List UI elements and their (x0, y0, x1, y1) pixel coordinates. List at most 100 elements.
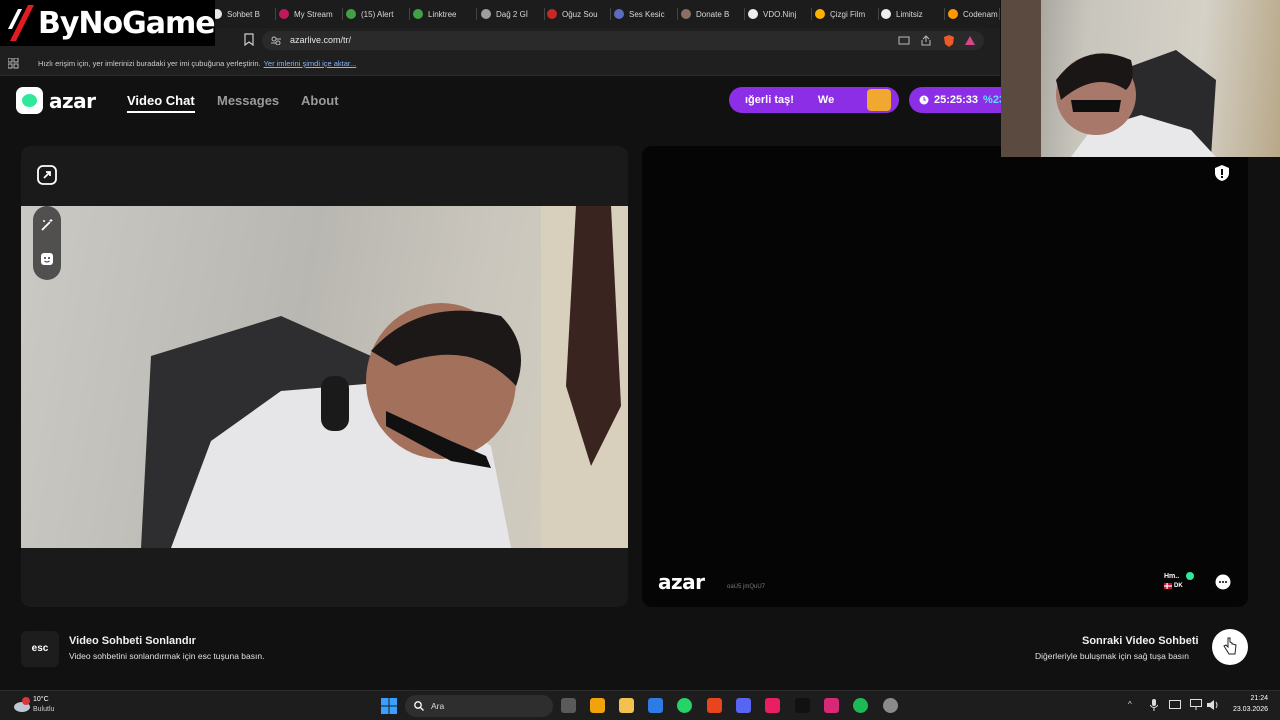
file-explorer-icon[interactable] (619, 698, 634, 713)
bookmark-hint-text: Hızlı erişim için, yer imlerinizi burada… (38, 59, 261, 68)
tab-favicon-icon (346, 9, 356, 19)
tab-favicon-icon (948, 9, 958, 19)
windows-start-icon[interactable] (381, 698, 397, 714)
next-chat-subtitle: Diğerleriyle buluşmak için sağ tuşa bası… (1035, 651, 1190, 661)
spotify-icon[interactable] (853, 698, 868, 713)
treasure-chest-icon (867, 89, 891, 111)
weather-cloud-icon[interactable] (12, 696, 32, 714)
volume-icon[interactable] (1207, 699, 1219, 710)
azar-wordmark: azar (49, 88, 96, 113)
browser-tab[interactable]: Oğuz Sou (547, 4, 611, 24)
partner-username[interactable]: Hm.. (1164, 573, 1179, 580)
taskbar-date[interactable]: 23.03.2026 (1222, 706, 1268, 713)
browser-tab[interactable]: (15) Alert (346, 4, 410, 24)
next-chat-title[interactable]: Sonraki Video Sohbeti (1082, 635, 1199, 647)
tab-label: Çizgi Film (830, 9, 866, 19)
import-bookmarks-link[interactable]: Yer imlerini şimdi içe aktar... (264, 59, 357, 68)
clock-icon (919, 95, 929, 105)
tab-separator (610, 8, 611, 20)
tab-separator (744, 8, 745, 20)
browser-tab[interactable]: Linktree (413, 4, 477, 24)
bookmark-icon[interactable] (244, 33, 254, 46)
browser-tab[interactable]: VDO.Ninj (748, 4, 812, 24)
store-icon[interactable] (590, 698, 605, 713)
mail-icon[interactable] (648, 698, 663, 713)
brave-rewards-icon[interactable] (964, 35, 976, 46)
weather-description: Bulutlu (33, 706, 55, 713)
browser-tab[interactable]: Dağ 2 Gİ (481, 4, 545, 24)
tab-label: Sohbet B (227, 9, 260, 19)
windows-taskbar: 10°C Bulutlu Ara ^ 21:24 23.03.2026 (0, 690, 1280, 720)
tab-label: Ses Kesic (629, 9, 665, 19)
azar-badge-icon (16, 87, 43, 114)
verified-badge-icon (1186, 572, 1194, 580)
camera-feed-image (141, 206, 628, 548)
network-icon[interactable] (1190, 699, 1202, 710)
opera-icon[interactable] (765, 698, 780, 713)
tab-label: My Stream (294, 9, 333, 19)
my-video-panel (21, 146, 628, 607)
taskbar-search[interactable]: Ara (405, 695, 553, 717)
magic-wand-icon[interactable] (40, 218, 54, 232)
obs-icon[interactable] (883, 698, 898, 713)
partner-azar-watermark: azar (658, 570, 705, 594)
end-chat-title[interactable]: Video Sohbeti Sonlandır (69, 635, 196, 647)
whatsapp-icon[interactable] (677, 698, 692, 713)
tray-chevron-icon[interactable]: ^ (1128, 700, 1132, 709)
tab-separator (275, 8, 276, 20)
browser-tab[interactable]: Ses Kesic (614, 4, 678, 24)
weather-temperature[interactable]: 10°C (33, 696, 49, 703)
browser-tab[interactable]: Donate B (681, 4, 745, 24)
tab-separator (476, 8, 477, 20)
keyboard-icon[interactable] (1169, 700, 1181, 710)
apps-grid-icon[interactable] (8, 58, 19, 69)
nav-about[interactable]: About (301, 93, 339, 108)
tab-label: (15) Alert (361, 9, 394, 19)
cast-icon[interactable] (898, 36, 910, 46)
tab-separator (878, 8, 879, 20)
expand-icon[interactable] (35, 163, 59, 187)
brave-shield-icon[interactable] (942, 34, 956, 47)
nav-messages[interactable]: Messages (217, 93, 279, 108)
esc-key-button[interactable]: esc (21, 631, 59, 667)
partner-id: oaU5 jmQuU7 (727, 584, 766, 590)
report-shield-icon[interactable] (1214, 164, 1230, 182)
brave-icon[interactable] (707, 698, 722, 713)
face-filter-icon[interactable] (40, 252, 54, 266)
site-settings-icon[interactable] (271, 36, 281, 45)
discord-icon[interactable] (736, 698, 751, 713)
next-chat-button[interactable] (1212, 629, 1248, 665)
tab-separator (811, 8, 812, 20)
browser-tab[interactable]: Çizgi Film (815, 4, 879, 24)
browser-tab[interactable]: My Stream (279, 4, 343, 24)
tiktok-icon[interactable] (795, 698, 810, 713)
address-bar[interactable]: azarlive.com/tr/ (262, 31, 984, 50)
azar-page: azar Video Chat Messages About ığerli ta… (0, 76, 1280, 690)
tab-favicon-icon (681, 9, 691, 19)
tab-favicon-icon (481, 9, 491, 19)
tab-label: Donate B (696, 9, 730, 19)
browser-tab[interactable]: Limitsiz (881, 4, 945, 24)
share-icon[interactable] (920, 35, 932, 46)
tab-favicon-icon (279, 9, 289, 19)
azar-logo[interactable]: azar (16, 87, 96, 114)
streamer-webcam-overlay (1001, 0, 1280, 157)
bynogame-mark-icon (8, 5, 34, 41)
search-icon (414, 701, 424, 711)
nav-video-chat[interactable]: Video Chat (127, 93, 195, 113)
browser-tab[interactable]: Sohbet B (212, 4, 276, 24)
bookmark-hint: Hızlı erişim için, yer imlerinizi burada… (38, 59, 356, 68)
timer-value: 25:25:33 (934, 94, 979, 106)
taskbar-time[interactable]: 21:24 (1228, 695, 1268, 702)
tab-separator (342, 8, 343, 20)
instagram-icon[interactable] (824, 698, 839, 713)
end-chat-subtitle: Video sohbetini sonlandırmak için esc tu… (69, 651, 265, 661)
task-view-icon[interactable] (561, 698, 576, 713)
chat-bubble-icon[interactable] (1215, 574, 1231, 590)
promo-banner[interactable]: ığerli taş! We (729, 87, 899, 113)
webcam-feed-image (1001, 0, 1216, 157)
tab-separator (677, 8, 678, 20)
browser-tab[interactable]: Codenam (948, 4, 1000, 24)
microphone-icon[interactable] (1150, 699, 1158, 711)
partner-country: DK (1174, 583, 1183, 589)
